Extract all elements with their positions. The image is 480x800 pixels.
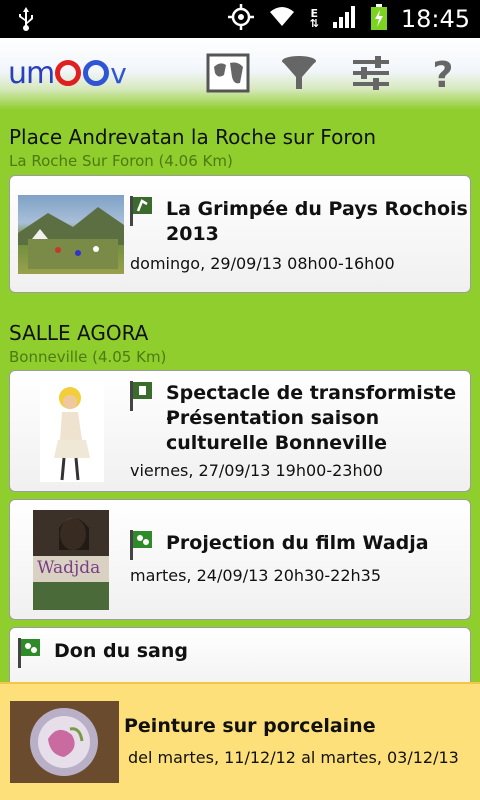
event-title-line3: culturelle Bonneville [166, 432, 387, 454]
event-date: domingo, 29/09/13 08h00-16h00 [130, 254, 395, 273]
flag-show-icon [130, 381, 154, 411]
event-thumbnail [18, 195, 124, 274]
gps-icon [227, 4, 254, 34]
battery-charging-icon [370, 4, 387, 34]
map-button[interactable] [205, 52, 251, 98]
event-card[interactable]: Don du sang [9, 627, 471, 682]
flag-health-icon [18, 638, 42, 668]
status-bar: E ⇅ 18:45 [0, 0, 480, 38]
place-title: Place Andrevatan la Roche sur Foron [9, 125, 377, 149]
featured-event-date: del martes, 11/12/12 al martes, 03/12/13 [128, 748, 459, 767]
help-button[interactable]: ? [420, 52, 466, 98]
event-title-line2: Présentation saison [166, 407, 380, 429]
data-e-icon: E ⇅ [309, 7, 319, 30]
umoov-logo[interactable]: um v [8, 56, 127, 91]
filter-button[interactable] [276, 52, 322, 98]
event-title: Don du sang [54, 640, 188, 662]
event-list[interactable]: Place Andrevatan la Roche sur Foron La R… [0, 110, 480, 682]
featured-event-banner[interactable]: Peinture sur porcelaine del martes, 11/1… [0, 682, 480, 800]
event-thumbnail: Wadjda [33, 510, 109, 610]
event-date: viernes, 27/09/13 19h00-23h00 [130, 461, 383, 480]
flag-film-icon [130, 530, 154, 560]
event-date: martes, 24/09/13 20h30-22h35 [130, 566, 382, 585]
signal-icon [332, 6, 357, 32]
poster-title: Wadjda [37, 558, 101, 578]
sliders-icon [351, 53, 391, 97]
place-location: La Roche Sur Foron (4.06 Km) [9, 152, 233, 170]
event-card[interactable]: Wadjda Projection du film Wadja martes, … [9, 499, 471, 620]
event-card[interactable]: La Grimpée du Pays Rochois 2013 domingo,… [9, 175, 471, 293]
settings-button[interactable] [348, 52, 394, 98]
place-title: SALLE AGORA [9, 321, 149, 345]
app-header: um v ? [0, 38, 480, 110]
wifi-icon [268, 6, 296, 32]
featured-event-photo [10, 701, 119, 783]
map-icon [206, 53, 250, 97]
featured-event-title: Peinture sur porcelaine [124, 715, 376, 737]
event-thumbnail [40, 382, 104, 482]
event-title-line2: 2013 [166, 223, 219, 245]
usb-icon [18, 7, 34, 35]
flag-climb-icon [130, 196, 154, 226]
place-location: Bonneville (4.05 Km) [9, 348, 167, 366]
event-title: La Grimpée du Pays Rochois [166, 198, 468, 220]
event-title: Projection du film Wadja [166, 532, 429, 554]
clock: 18:45 [400, 5, 470, 33]
question-icon: ? [432, 54, 454, 96]
event-card[interactable]: Spectacle de transformiste - Présentatio… [9, 370, 471, 492]
funnel-icon [279, 53, 319, 97]
